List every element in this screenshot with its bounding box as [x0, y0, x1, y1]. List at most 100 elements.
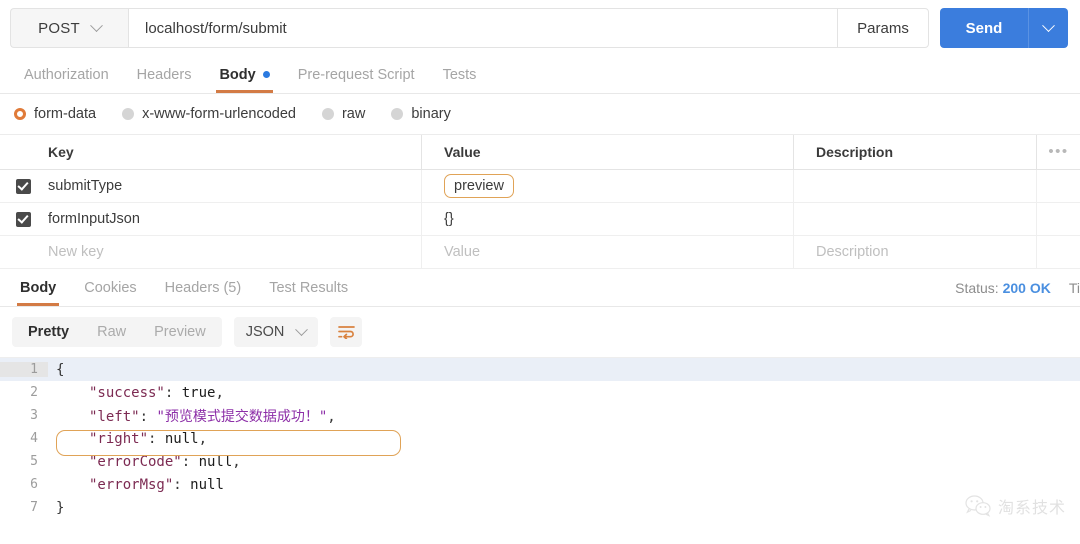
send-group: Send [940, 8, 1068, 48]
code-token: true [181, 384, 216, 401]
code-line-text: "left": "预览模式提交数据成功！", [48, 406, 336, 426]
table-new-row: New key Value Description [0, 236, 1080, 269]
send-options-button[interactable] [1028, 8, 1068, 48]
tab-tests[interactable]: Tests [429, 56, 491, 93]
http-method-label: POST [38, 19, 80, 37]
status-value: 200 OK [1002, 280, 1051, 296]
url-bar: POST localhost/form/submit Params Send [0, 0, 1080, 56]
format-label: JSON [245, 324, 285, 340]
view-mode-preview[interactable]: Preview [140, 319, 220, 345]
radio-binary[interactable]: binary [391, 106, 451, 122]
code-token: } [56, 499, 65, 516]
row-key[interactable]: formInputJson [46, 211, 421, 227]
row-actions [1036, 203, 1080, 235]
response-body-code[interactable]: 1{2 "success": true, 3 "left": "预览模式提交数据成功！… [0, 357, 1080, 519]
send-label: Send [965, 19, 1003, 37]
line-number: 4 [30, 431, 38, 446]
tab-label: Pre-request Script [297, 66, 415, 83]
row-value[interactable]: preview [421, 170, 793, 202]
view-mode-raw[interactable]: Raw [83, 319, 140, 345]
new-row-actions [1036, 236, 1080, 268]
code-line: 7} [0, 496, 1080, 519]
response-tab-test-results[interactable]: Test Results [255, 269, 362, 306]
code-token: : [173, 476, 191, 493]
code-line-text: "success": true, [48, 385, 224, 401]
code-token: null [190, 476, 224, 493]
header-description: Description [793, 135, 1036, 169]
tab-label: Headers [136, 66, 192, 83]
bulk-edit-button[interactable]: ••• [1036, 135, 1080, 169]
params-label: Params [857, 19, 909, 37]
form-data-table: Key Value Description ••• submitType pre… [0, 134, 1080, 269]
code-token: "left" [89, 408, 140, 425]
radio-form-data[interactable]: form-data [14, 106, 96, 122]
code-token: , [215, 384, 224, 401]
row-checkbox[interactable] [15, 178, 31, 194]
tab-headers[interactable]: Headers [123, 56, 206, 93]
tab-body[interactable]: Body [205, 56, 283, 93]
view-mode-segment: Pretty Raw Preview [12, 317, 222, 347]
time-label: Ti [1068, 280, 1080, 296]
radio-icon [321, 108, 334, 120]
tab-label: Body [20, 279, 57, 296]
radio-x-www-form-urlencoded[interactable]: x-www-form-urlencoded [122, 106, 296, 122]
tab-label: Headers (5) [164, 279, 242, 296]
line-number: 1 [0, 362, 48, 377]
response-tab-body[interactable]: Body [6, 269, 70, 306]
code-line-text: "errorCode": null, [48, 454, 241, 470]
response-view-toolbar: Pretty Raw Preview JSON [0, 307, 1080, 357]
code-line: 4 "right": null, [0, 427, 1080, 450]
row-description[interactable] [793, 203, 1036, 235]
new-value-input[interactable]: Value [421, 236, 793, 268]
code-line-text: "right": null, [48, 431, 207, 447]
tab-label: Authorization [24, 66, 109, 83]
word-wrap-button[interactable] [330, 317, 363, 347]
row-description[interactable] [793, 170, 1036, 202]
radio-icon [14, 108, 26, 120]
code-token: "right" [89, 430, 149, 447]
code-token: : [181, 453, 199, 470]
row-checkbox-cell [0, 211, 46, 227]
tab-label: Test Results [269, 279, 349, 296]
code-line-text: } [48, 500, 64, 516]
row-key[interactable]: submitType [46, 178, 421, 194]
tab-label: Cookies [84, 279, 137, 296]
response-tabs: Body Cookies Headers (5) Test Results St… [0, 269, 1080, 307]
response-tab-cookies[interactable]: Cookies [70, 269, 150, 306]
code-token: "success" [89, 384, 165, 401]
view-mode-pretty[interactable]: Pretty [14, 319, 83, 345]
line-number: 3 [30, 408, 38, 423]
radio-raw[interactable]: raw [321, 106, 365, 122]
tab-pre-request-script[interactable]: Pre-request Script [284, 56, 429, 93]
http-method-dropdown[interactable]: POST [10, 8, 128, 48]
row-value[interactable]: {} [421, 203, 793, 235]
code-line: 5 "errorCode": null, [0, 450, 1080, 473]
radio-icon [391, 108, 404, 120]
code-token: , [198, 430, 208, 447]
header-key: Key [48, 144, 74, 160]
new-key-input[interactable]: New key [46, 244, 421, 260]
code-token: : [164, 384, 182, 401]
status-group: Status: 200 OK [955, 280, 1051, 296]
url-input[interactable]: localhost/form/submit [128, 8, 837, 48]
row-checkbox-cell [0, 178, 46, 194]
chevron-down-icon [89, 18, 103, 32]
row-checkbox[interactable] [15, 211, 31, 227]
new-description-input[interactable]: Description [793, 236, 1036, 268]
request-tabs: Authorization Headers Body Pre-request S… [0, 56, 1080, 94]
format-dropdown[interactable]: JSON [233, 317, 319, 347]
code-token: : [139, 408, 157, 425]
tab-authorization[interactable]: Authorization [10, 56, 123, 93]
send-button[interactable]: Send [940, 8, 1028, 48]
line-number: 6 [30, 477, 38, 492]
status-label: Status: [955, 280, 999, 296]
code-token: "errorMsg" [89, 476, 174, 493]
code-line: 1{ [0, 358, 1080, 381]
row-value-highlighted: preview [444, 174, 514, 198]
header-value: Value [421, 135, 793, 169]
url-text: localhost/form/submit [145, 19, 287, 37]
code-token: "errorCode" [89, 453, 182, 470]
response-tab-headers[interactable]: Headers (5) [151, 269, 256, 306]
params-button[interactable]: Params [837, 8, 929, 48]
radio-label: binary [411, 106, 451, 122]
